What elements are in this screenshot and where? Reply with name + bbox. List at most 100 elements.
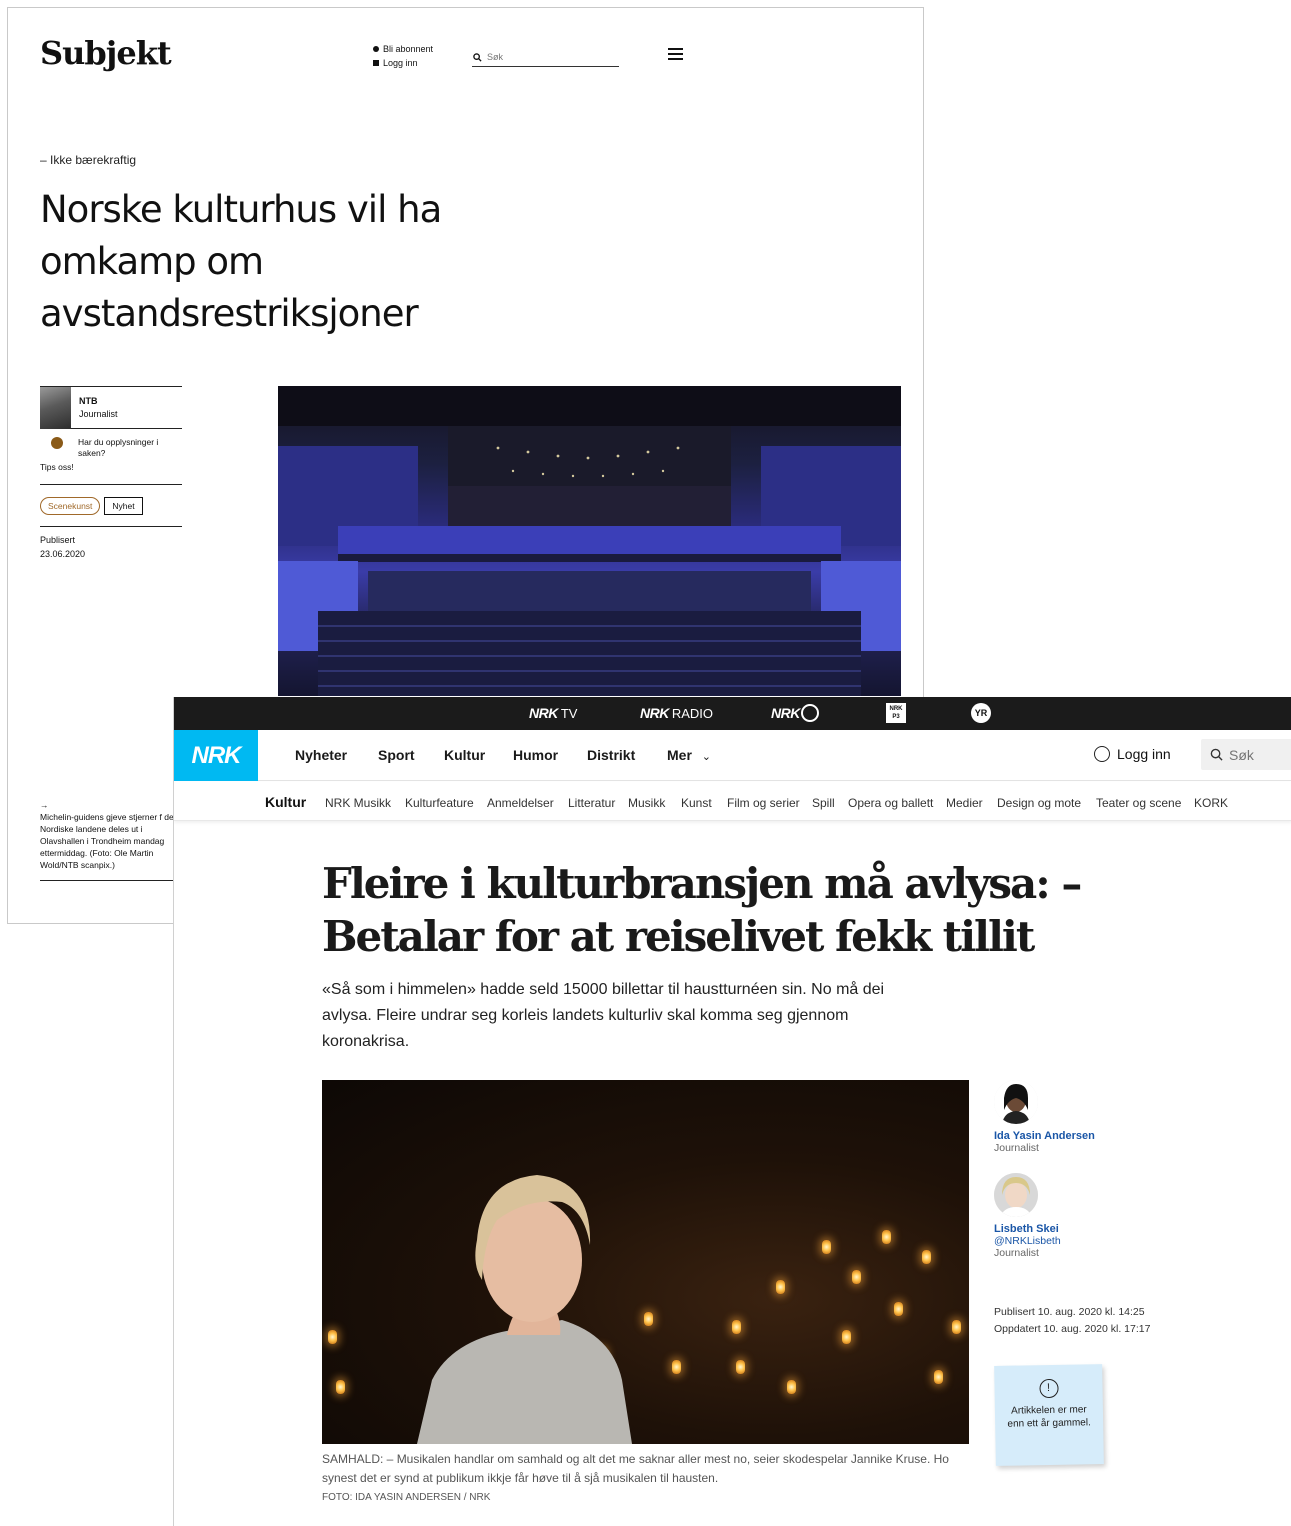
tag-scenekunst[interactable]: Scenekunst [40, 497, 101, 515]
subjekt-user-links: Bli abonnent Logg inn [373, 42, 433, 70]
caption-arrow-icon: → [40, 800, 49, 810]
subnav-item[interactable]: Design og mote [997, 796, 1081, 810]
subnav-item[interactable]: Musikk [628, 796, 665, 810]
author-avatar[interactable] [994, 1173, 1038, 1217]
search-icon [473, 52, 482, 62]
published-date: 23.06.2020 [40, 549, 86, 559]
bullet-icon [373, 46, 379, 52]
search-icon [1210, 748, 1223, 761]
old-article-notice: ! Artikkelen er mer enn ett år gammel. [994, 1364, 1104, 1466]
author-role: Journalist [994, 1247, 1039, 1259]
nrk-radio-link[interactable]: NRK RADIO [640, 705, 713, 721]
photo-credit: FOTO: IDA YASIN ANDERSEN / NRK [322, 1492, 491, 1503]
divider [40, 484, 182, 485]
subscribe-label: Bli abonnent [383, 44, 434, 54]
kultur-subnav: Kultur NRK Musikk Kulturfeature Anmeldel… [174, 782, 1291, 821]
subjekt-search-bar [472, 48, 619, 67]
nrk-super-logo: NRK [771, 705, 800, 721]
updated-date: Oppdatert 10. aug. 2020 kl. 17:17 [994, 1323, 1151, 1335]
nrk-tv-logo: NRK [529, 705, 558, 721]
subnav-item[interactable]: NRK Musikk [325, 796, 391, 810]
article-dates: Publisert 10. aug. 2020 kl. 14:25 Oppdat… [994, 1304, 1150, 1338]
subjekt-logo[interactable]: Subjekt [40, 34, 172, 72]
subnav-item[interactable]: Kulturfeature [405, 796, 474, 810]
author-role: Journalist [79, 409, 118, 419]
nav-nyheter[interactable]: Nyheter [295, 747, 347, 763]
published-info: Publisert 23.06.2020 [40, 533, 85, 561]
subnav-item[interactable]: Spill [812, 796, 835, 810]
author-card: Lisbeth Skei @NRKLisbeth Journalist [994, 1173, 1174, 1259]
subnav-item[interactable]: Anmeldelser [487, 796, 554, 810]
section-kultur[interactable]: Kultur [265, 794, 306, 810]
article-headline: Fleire i kulturbransjen må avlysa: – Bet… [322, 859, 1082, 961]
concert-hall-illustration [278, 386, 901, 696]
nav-sport[interactable]: Sport [378, 747, 415, 763]
exclamation-circle-icon: ! [1038, 1378, 1059, 1399]
square-bullet-icon [373, 60, 379, 66]
photo-caption: → Michelin-guidens gjeve stjerner f de N… [40, 799, 180, 871]
nrk-super-icon [801, 704, 819, 722]
author-role: Journalist [994, 1142, 1039, 1154]
published-date: Publisert 10. aug. 2020 kl. 14:25 [994, 1306, 1145, 1318]
nrk-main-nav: NRK Nyheter Sport Kultur Humor Distrikt … [174, 730, 1291, 781]
article-lead: «Så som i himmelen» hadde seld 15000 bil… [322, 981, 885, 1050]
subnav-item[interactable]: Opera og ballett [848, 796, 933, 810]
tips-question: Har du opplysninger i saken? [78, 437, 159, 458]
photo-caption: SAMHALD: – Musikalen handlar om samhald … [322, 1452, 949, 1485]
tips-icon [51, 437, 63, 449]
subnav-item[interactable]: Litteratur [568, 796, 615, 810]
login-link[interactable]: Logg inn [373, 56, 433, 70]
nrk-tv-link[interactable]: NRK TV [529, 705, 577, 721]
nav-distrikt[interactable]: Distrikt [587, 747, 635, 763]
concert-hall-photo [278, 386, 901, 696]
chevron-down-icon: ⌄ [701, 751, 712, 763]
tips-link[interactable]: Tips oss! [40, 462, 74, 473]
nav-humor[interactable]: Humor [513, 747, 558, 763]
author-avatar[interactable] [994, 1080, 1038, 1124]
author-name[interactable]: Lisbeth Skei [994, 1223, 1174, 1235]
yr-icon[interactable]: YR [971, 703, 991, 723]
tag-nyhet[interactable]: Nyhet [104, 497, 143, 515]
subscribe-link[interactable]: Bli abonnent [373, 42, 433, 56]
author-photo [40, 387, 71, 429]
notice-text: Artikkelen er mer enn ett år gammel. [1007, 1404, 1091, 1430]
caption-text: Michelin-guidens gjeve stjerner f de Nor… [40, 812, 174, 870]
nrk-search-box [1201, 739, 1291, 770]
article-kicker: – Ikke bærekraftig [40, 153, 137, 167]
author-name[interactable]: Ida Yasin Andersen [994, 1130, 1174, 1142]
subnav-item[interactable]: Medier [946, 796, 983, 810]
nav-kultur[interactable]: Kultur [444, 747, 485, 763]
login-button[interactable]: Logg inn [1094, 746, 1171, 762]
nrk-service-bar: NRK TV NRK RADIO NRK NRK P3 YR [174, 697, 1291, 730]
nrk-super-link[interactable]: NRK [771, 705, 800, 721]
login-label: Logg inn [383, 58, 418, 68]
tag-list: Scenekunst Nyhet [40, 497, 143, 515]
subnav-item[interactable]: KORK [1194, 796, 1228, 810]
article-photo [322, 1080, 969, 1444]
author-box: NTB Journalist [40, 386, 182, 429]
author-name[interactable]: NTB [79, 396, 98, 406]
nrk-radio-label: RADIO [671, 706, 714, 721]
subnav-item[interactable]: Film og serier [727, 796, 800, 810]
divider [40, 880, 180, 881]
nrk-logo[interactable]: NRK [174, 730, 258, 781]
divider [40, 526, 182, 527]
subnav-item[interactable]: Kunst [681, 796, 712, 810]
author-card: Ida Yasin Andersen Journalist [994, 1080, 1174, 1154]
author-handle[interactable]: @NRKLisbeth [994, 1235, 1174, 1247]
user-icon [1094, 746, 1110, 762]
published-label: Publisert [40, 535, 76, 545]
menu-icon[interactable] [668, 48, 683, 60]
nrk-tv-label: TV [560, 706, 578, 721]
nrk-radio-logo: NRK [640, 705, 669, 721]
nrk-article-window: NRK TV NRK RADIO NRK NRK P3 YR NRK Nyheter… [173, 697, 1291, 1526]
subnav-item[interactable]: Teater og scene [1096, 796, 1181, 810]
nav-mer[interactable]: Mer ⌄ [667, 747, 711, 763]
portrait-illustration [417, 1175, 632, 1444]
nrk-search-input[interactable] [1229, 746, 1289, 763]
subjekt-search-input[interactable] [487, 52, 607, 62]
nav-mer-label: Mer [667, 747, 692, 763]
login-label: Logg inn [1117, 746, 1171, 762]
article-title: Norske kulturhus vil ha omkamp om avstan… [40, 188, 442, 335]
nrk-p3-icon[interactable]: NRK P3 [886, 703, 906, 723]
